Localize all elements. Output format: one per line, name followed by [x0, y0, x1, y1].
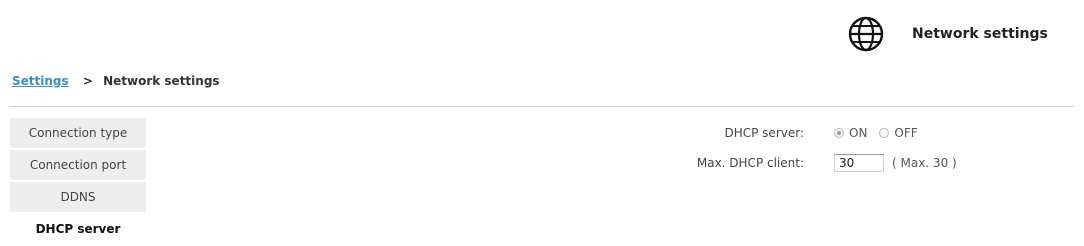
globe-icon: [846, 14, 886, 54]
sidebar-item-ddns[interactable]: DDNS: [10, 182, 146, 214]
max-dhcp-client-hint: ( Max. 30 ): [892, 156, 957, 170]
dhcp-server-radio-group: ON OFF: [834, 126, 930, 140]
dhcp-settings-form: DHCP server: ON OFF Max. DHCP client: ( …: [600, 118, 1060, 178]
dhcp-off-radio[interactable]: [879, 128, 890, 138]
dhcp-server-row: DHCP server: ON OFF: [600, 118, 1060, 148]
page-title: Network settings: [912, 26, 1048, 42]
dhcp-off-label[interactable]: OFF: [894, 126, 917, 140]
max-dhcp-client-input[interactable]: [834, 154, 884, 172]
sidebar: Connection type Connection port DDNS DHC…: [10, 118, 146, 246]
sidebar-item-connection-type[interactable]: Connection type: [10, 118, 146, 150]
sidebar-item-connection-port[interactable]: Connection port: [10, 150, 146, 182]
breadcrumb-current: Network settings: [103, 74, 220, 88]
max-dhcp-client-label: Max. DHCP client:: [696, 156, 804, 170]
max-dhcp-client-row: Max. DHCP client: ( Max. 30 ): [600, 148, 1060, 178]
page-header: Network settings: [846, 14, 1048, 54]
dhcp-on-radio[interactable]: [834, 128, 844, 138]
breadcrumb-settings-link[interactable]: Settings: [12, 74, 69, 88]
breadcrumb-separator: >: [82, 74, 93, 88]
dhcp-server-label: DHCP server:: [724, 126, 804, 140]
dhcp-on-label[interactable]: ON: [849, 126, 867, 140]
max-dhcp-client-control: ( Max. 30 ): [834, 154, 957, 172]
sidebar-item-dhcp-server[interactable]: DHCP server: [10, 214, 146, 246]
breadcrumb: Settings > Network settings: [12, 74, 220, 88]
header-divider: [10, 106, 1074, 107]
